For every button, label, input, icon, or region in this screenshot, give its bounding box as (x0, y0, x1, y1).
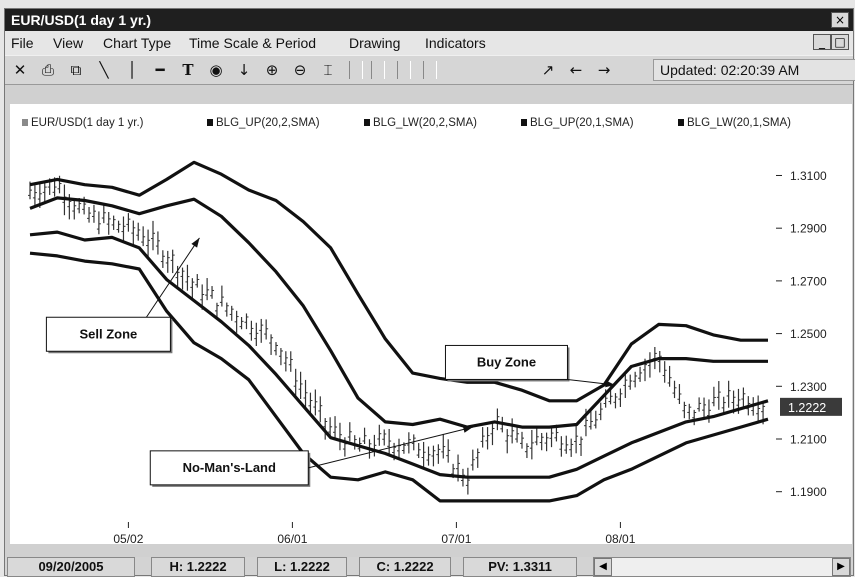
legend-marker (678, 119, 684, 126)
menu-indicators[interactable]: Indicators (425, 35, 486, 51)
print-icon[interactable]: ⎙ (37, 60, 59, 80)
scroll-right-icon[interactable]: ▶ (832, 558, 850, 576)
legend-marker (521, 119, 527, 126)
toolbar-separator (397, 61, 411, 79)
x-tick-label: 05/02 (113, 532, 143, 544)
fit-icon[interactable]: ⌶ (317, 60, 339, 80)
maximize-icon[interactable]: □ (831, 34, 849, 50)
y-tick-label: 1.2100 (790, 432, 827, 446)
vertical-line-icon[interactable]: │ (121, 60, 143, 80)
status-date: 09/20/2005 (7, 557, 135, 577)
zoom-in-icon[interactable]: ⊕ (261, 60, 283, 80)
circle-tool-icon[interactable]: ◉ (205, 60, 227, 80)
status-high: H: 1.2222 (151, 557, 245, 577)
y-tick-label: 1.2500 (790, 327, 827, 341)
toolbar-separator (371, 61, 385, 79)
annotation-label: Sell Zone (80, 326, 138, 341)
zoom-out-icon[interactable]: ⊖ (289, 60, 311, 80)
toolbar: ✕ ⎙ ⧉ ╲ │ ━ T ◉ ↓ ⊕ ⊖ ⌶ ↗ ← → Updated: 0… (5, 55, 855, 85)
horizontal-line-icon[interactable]: ━ (149, 60, 171, 80)
arrow-left-icon[interactable]: ← (565, 60, 587, 80)
price-chart: EUR/USD(1 day 1 yr.) BLG_UP(20,2,SMA) BLG_… (22, 117, 842, 546)
y-tick-label: 1.3100 (790, 169, 827, 183)
arrow-right-icon[interactable]: → (593, 60, 615, 80)
updated-timestamp: Updated: 02:20:39 AM (653, 59, 855, 81)
menu-bar: File View Chart Type Time Scale & Period… (5, 31, 853, 55)
annotation-label: Buy Zone (477, 354, 536, 369)
scroll-left-icon[interactable]: ◀ (594, 558, 612, 576)
legend-marker (364, 119, 370, 126)
status-close: C: 1.2222 (359, 557, 451, 577)
title-bar: EUR/USD(1 day 1 yr.) × (5, 9, 853, 31)
menu-time-scale[interactable]: Time Scale & Period (189, 35, 316, 51)
horizontal-scrollbar[interactable]: ◀ ▶ (593, 557, 851, 577)
legend-label: BLG_LW(20,1,SMA) (687, 117, 791, 129)
minimize-icon[interactable]: _ (813, 34, 831, 50)
menu-view[interactable]: View (53, 35, 83, 51)
status-low: L: 1.2222 (257, 557, 347, 577)
legend-label: EUR/USD(1 day 1 yr.) (31, 117, 144, 129)
copy-icon[interactable]: ⧉ (65, 60, 87, 80)
draw-line-icon[interactable]: ↗ (537, 60, 559, 80)
bollinger-band-line (29, 196, 768, 429)
y-tick-label: 1.2700 (790, 274, 827, 288)
x-tick-label: 08/01 (605, 532, 635, 544)
text-tool-icon[interactable]: T (177, 60, 199, 80)
legend-marker (207, 119, 213, 126)
bollinger-band-line (29, 251, 769, 503)
menu-chart-type[interactable]: Chart Type (103, 35, 171, 51)
window-title: EUR/USD(1 day 1 yr.) (11, 12, 152, 28)
toolbar-separator (349, 61, 363, 79)
last-price-label: 1.2222 (788, 401, 826, 415)
close-chart-icon[interactable]: ✕ (9, 60, 31, 80)
status-bar: 09/20/2005 H: 1.2222 L: 1.2222 C: 1.2222… (5, 557, 853, 577)
toolbar-separator (423, 61, 437, 79)
legend-marker (22, 119, 28, 126)
legend-label: BLG_UP(20,2,SMA) (216, 117, 320, 129)
legend-label: BLG_LW(20,2,SMA) (373, 117, 477, 129)
annotation-arrowhead (191, 237, 200, 248)
x-tick-label: 06/01 (277, 532, 307, 544)
y-tick-label: 1.2900 (790, 222, 827, 236)
menu-drawing[interactable]: Drawing (349, 35, 400, 51)
menu-file[interactable]: File (11, 35, 34, 51)
y-tick-label: 1.1900 (790, 485, 827, 499)
chart-panel: EUR/USD(1 day 1 yr.) BLG_UP(20,2,SMA) BLG_… (10, 104, 852, 546)
annotation-arrowhead (462, 426, 473, 433)
x-tick-label: 07/01 (441, 532, 471, 544)
legend-label: BLG_UP(20,1,SMA) (530, 117, 634, 129)
trendline-icon[interactable]: ╲ (93, 60, 115, 80)
close-icon[interactable]: × (831, 12, 849, 28)
bollinger-band-line (29, 160, 768, 403)
annotation-label: No-Man's-Land (183, 460, 276, 475)
status-pv: PV: 1.3311 (463, 557, 577, 577)
y-tick-label: 1.2300 (790, 380, 827, 394)
arrow-down-icon[interactable]: ↓ (233, 60, 255, 80)
